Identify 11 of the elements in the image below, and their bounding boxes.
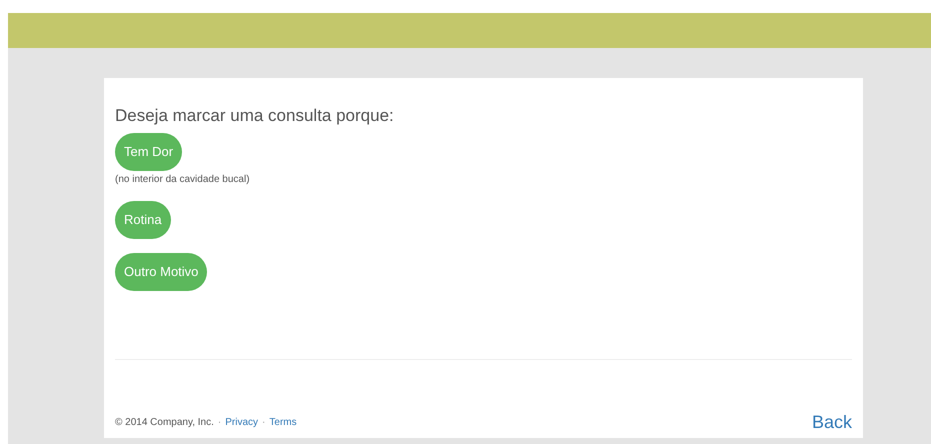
footer-link[interactable]: Privacy [225, 417, 258, 428]
option-button[interactable]: Outro Motivo [115, 253, 208, 291]
option-button[interactable]: Rotina [115, 201, 171, 239]
footer-link[interactable]: Terms [269, 417, 297, 428]
separator: · [262, 417, 266, 428]
copyright-text: © 2014 Company, Inc. [115, 417, 214, 428]
option-note: (no interior da cavidade bucal) [115, 173, 251, 187]
back-link[interactable]: Back [812, 412, 852, 432]
question-heading: Deseja marcar uma consulta porque: [115, 106, 395, 126]
option-button[interactable]: Tem Dor [115, 133, 182, 171]
separator: · [218, 417, 222, 428]
